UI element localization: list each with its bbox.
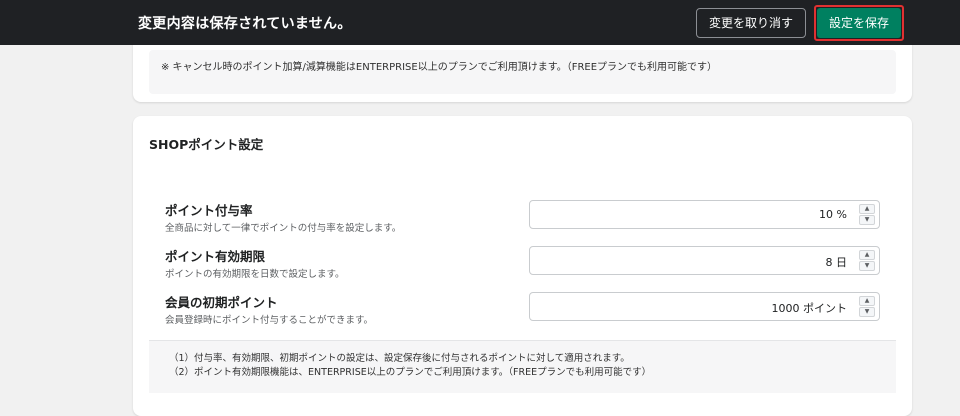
setting-label: ポイント付与率	[165, 203, 253, 218]
stepper-value[interactable]: 8 日	[826, 254, 848, 270]
stepper-arrows: ▲ ▼	[859, 204, 875, 225]
cancel-points-note: ※ キャンセル時のポイント加算/減算機能はENTERPRISE以上のプランでご利…	[149, 50, 896, 94]
settings-footnote: （1）付与率、有効期限、初期ポイントの設定は、設定保存後に付与されるポイントに対…	[149, 341, 896, 393]
save-button-highlight: 設定を保存	[813, 4, 904, 41]
setting-help: 全商品に対して一律でポイントの付与率を設定します。	[165, 223, 402, 234]
caret-up-icon[interactable]: ▲	[859, 296, 875, 306]
caret-up-icon[interactable]: ▲	[859, 204, 875, 214]
save-settings-button[interactable]: 設定を保存	[816, 7, 901, 38]
stepper-arrows: ▲ ▼	[859, 296, 875, 317]
footnote-line: （2）ポイント有効期限機能は、ENTERPRISE以上のプランでご利用頂けます。…	[169, 367, 652, 378]
stepper-value[interactable]: 10 %	[819, 208, 847, 221]
setting-label: ポイント有効期限	[165, 249, 266, 264]
setting-row-initial-points: 会員の初期ポイント 会員登録時にポイント付与することができます。 1000 ポイ…	[165, 292, 880, 332]
save-bar-actions: 変更を取り消す 設定を保存	[695, 4, 904, 41]
initial-points-stepper[interactable]: 1000 ポイント ▲ ▼	[529, 292, 880, 321]
stepper-arrows: ▲ ▼	[859, 250, 875, 271]
shop-points-card: SHOPポイント設定 ポイント付与率 全商品に対して一律でポイントの付与率を設定…	[133, 116, 912, 416]
discard-button[interactable]: 変更を取り消す	[695, 7, 806, 38]
caret-down-icon[interactable]: ▼	[859, 307, 875, 317]
contextual-save-bar: 変更内容は保存されていません。 変更を取り消す 設定を保存	[0, 0, 960, 45]
card-title: SHOPポイント設定	[149, 137, 264, 152]
caret-up-icon[interactable]: ▲	[859, 250, 875, 260]
point-rate-stepper[interactable]: 10 % ▲ ▼	[529, 200, 880, 229]
caret-down-icon[interactable]: ▼	[859, 261, 875, 271]
caret-down-icon[interactable]: ▼	[859, 215, 875, 225]
expiry-days-stepper[interactable]: 8 日 ▲ ▼	[529, 246, 880, 275]
setting-help: 会員登録時にポイント付与することができます。	[165, 315, 374, 326]
setting-label: 会員の初期ポイント	[165, 295, 278, 310]
footnote-line: （1）付与率、有効期限、初期ポイントの設定は、設定保存後に付与されるポイントに対…	[169, 353, 630, 364]
unsaved-changes-message: 変更内容は保存されていません。	[138, 15, 352, 32]
setting-row-point-rate: ポイント付与率 全商品に対して一律でポイントの付与率を設定します。 10 % ▲…	[165, 200, 880, 240]
setting-help: ポイントの有効期限を日数で設定します。	[165, 269, 345, 280]
stepper-value[interactable]: 1000 ポイント	[772, 300, 848, 316]
setting-row-expiry: ポイント有効期限 ポイントの有効期限を日数で設定します。 8 日 ▲ ▼	[165, 246, 880, 286]
